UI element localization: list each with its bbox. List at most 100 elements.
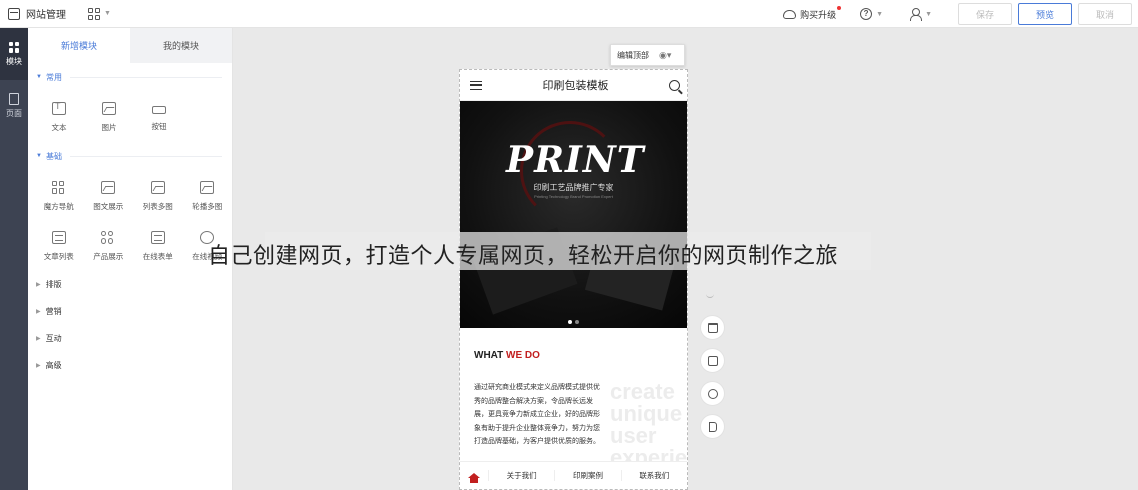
section-heading: WHAT WE DO (474, 350, 540, 361)
edit-header-button[interactable]: 编辑顶部 ◉▾ (610, 44, 685, 66)
module-form[interactable]: 在线表单 (133, 221, 183, 271)
module-label: 产品展示 (93, 251, 124, 261)
apps-grid-icon[interactable] (88, 7, 100, 20)
modules-tool-button[interactable] (700, 348, 725, 373)
divider (69, 155, 222, 157)
settings-tool-button[interactable] (700, 381, 725, 406)
module-carousel[interactable]: 轮播多图 (183, 171, 233, 221)
user-icon[interactable] (909, 8, 923, 21)
help-chevron-icon[interactable]: ▼ (876, 11, 883, 18)
left-rail: 模块 页面 (0, 28, 28, 490)
module-button[interactable]: 按钮 (134, 92, 184, 142)
carousel-dots[interactable] (460, 320, 687, 324)
category-layout[interactable]: ▶ 排版 (28, 271, 232, 298)
module-label: 文本 (51, 122, 67, 132)
side-tools (700, 315, 726, 447)
category-advanced[interactable]: ▶ 高级 (28, 352, 232, 379)
footer-cases[interactable]: 印刷案例 (554, 470, 620, 481)
caret-right-icon: ▶ (36, 309, 41, 315)
phone-preview[interactable]: 印刷包装模板 PRINT 印刷工艺品牌推广专家 Printing Technol… (459, 69, 688, 490)
site-manage-label: 网站管理 (26, 10, 66, 21)
banner-subtitle: 印刷工艺品牌推广专家 (533, 183, 614, 192)
tab-my-modules[interactable]: 我的模块 (130, 28, 232, 63)
section-basic[interactable]: ▼ 基础 (28, 147, 232, 165)
caret-down-icon: ▼ (36, 153, 42, 159)
upgrade-label: 购买升级 (800, 9, 837, 20)
notification-dot (837, 5, 842, 10)
search-icon[interactable] (669, 79, 680, 91)
menu-icon[interactable] (470, 80, 482, 90)
cube-nav-icon (51, 180, 66, 194)
article-list-icon (51, 230, 66, 244)
divider (69, 76, 222, 78)
module-label: 轮播多图 (192, 201, 223, 211)
module-list-images[interactable]: 列表多图 (133, 171, 183, 221)
banner-image[interactable]: PRINT 印刷工艺品牌推广专家 Printing Technology Bra… (460, 101, 687, 328)
module-image-text[interactable]: 图文展示 (84, 171, 134, 221)
module-label: 在线表单 (142, 251, 173, 261)
module-label: 魔方导航 (43, 201, 74, 211)
body-paragraph: create unique user experience 通过研究商业模式来定… (460, 361, 687, 469)
module-panel: 新增模块 我的模块 ▼ 常用 文本 图片 按钮 ▼ 基础 魔方导航 (28, 28, 233, 490)
section-title: 常用 (45, 72, 62, 82)
speaker-icon (708, 421, 717, 432)
home-icon[interactable] (460, 473, 488, 483)
upgrade-button[interactable]: 购买升级 (783, 5, 842, 21)
site-icon (8, 7, 20, 20)
chevron-down-icon[interactable]: ▼ (104, 10, 111, 17)
tab-new-modules[interactable]: 新增模块 (28, 28, 130, 63)
eye-icon[interactable]: ◉▾ (659, 50, 671, 61)
module-article-list[interactable]: 文章列表 (34, 221, 84, 271)
print-logo: PRINT (506, 139, 645, 181)
cancel-button[interactable]: 取消 (1078, 3, 1132, 25)
shirt-icon (707, 322, 718, 333)
phone-footer-nav: 关于我们 印刷案例 联系我们 (460, 461, 687, 489)
module-tabs: 新增模块 我的模块 (28, 28, 232, 63)
help-icon[interactable]: ? (860, 8, 873, 20)
product-grid-icon (101, 230, 115, 244)
sound-tool-button[interactable] (700, 414, 725, 439)
phone-title: 印刷包装模板 (542, 80, 609, 92)
category-label: 互动 (45, 334, 62, 343)
footer-contact[interactable]: 联系我们 (620, 470, 687, 481)
theme-tool-button[interactable] (700, 315, 725, 340)
form-icon (150, 230, 165, 244)
list-images-icon (150, 180, 165, 194)
text-icon (52, 101, 66, 115)
module-image[interactable]: 图片 (84, 92, 134, 142)
save-button[interactable]: 保存 (958, 3, 1012, 25)
module-label: 图片 (101, 122, 117, 132)
category-marketing[interactable]: ▶ 营销 (28, 298, 232, 325)
section-title: 基础 (45, 151, 62, 161)
rail-item-label: 模块 (6, 56, 22, 66)
category-interactive[interactable]: ▶ 互动 (28, 325, 232, 352)
caret-right-icon: ▶ (36, 282, 41, 288)
rail-item-modules[interactable]: 模块 (0, 28, 28, 80)
module-label: 列表多图 (142, 201, 173, 211)
site-manage-menu[interactable]: 网站管理 (8, 6, 66, 21)
rail-item-label: 页面 (6, 109, 22, 118)
category-label: 营销 (45, 307, 62, 316)
caret-right-icon: ▶ (36, 363, 41, 369)
phone-header[interactable]: 印刷包装模板 (460, 70, 687, 101)
gear-icon (707, 388, 718, 399)
module-cube-nav[interactable]: 魔方导航 (34, 171, 84, 221)
top-toolbar: 网站管理 ▼ 购买升级 ? ▼ ▼ 保存 预览 取消 (0, 0, 1138, 28)
category-label: 高级 (45, 361, 62, 370)
module-label: 文章列表 (43, 251, 74, 261)
module-product-grid[interactable]: 产品展示 (84, 221, 134, 271)
caret-down-icon: ▼ (36, 74, 42, 80)
button-icon (152, 106, 166, 114)
module-label: 按钮 (151, 122, 167, 131)
image-icon (102, 101, 116, 115)
preview-button[interactable]: 预览 (1018, 3, 1072, 25)
module-text[interactable]: 文本 (34, 92, 84, 142)
rail-item-pages[interactable]: 页面 (0, 80, 28, 132)
modules-icon (8, 41, 20, 53)
footer-about[interactable]: 关于我们 (488, 470, 554, 481)
user-chevron-icon[interactable]: ▼ (925, 11, 932, 18)
page-icon (9, 93, 19, 105)
section-common[interactable]: ▼ 常用 (28, 68, 232, 86)
module-label: 图文展示 (93, 201, 124, 211)
caret-right-icon: ▶ (36, 336, 41, 342)
